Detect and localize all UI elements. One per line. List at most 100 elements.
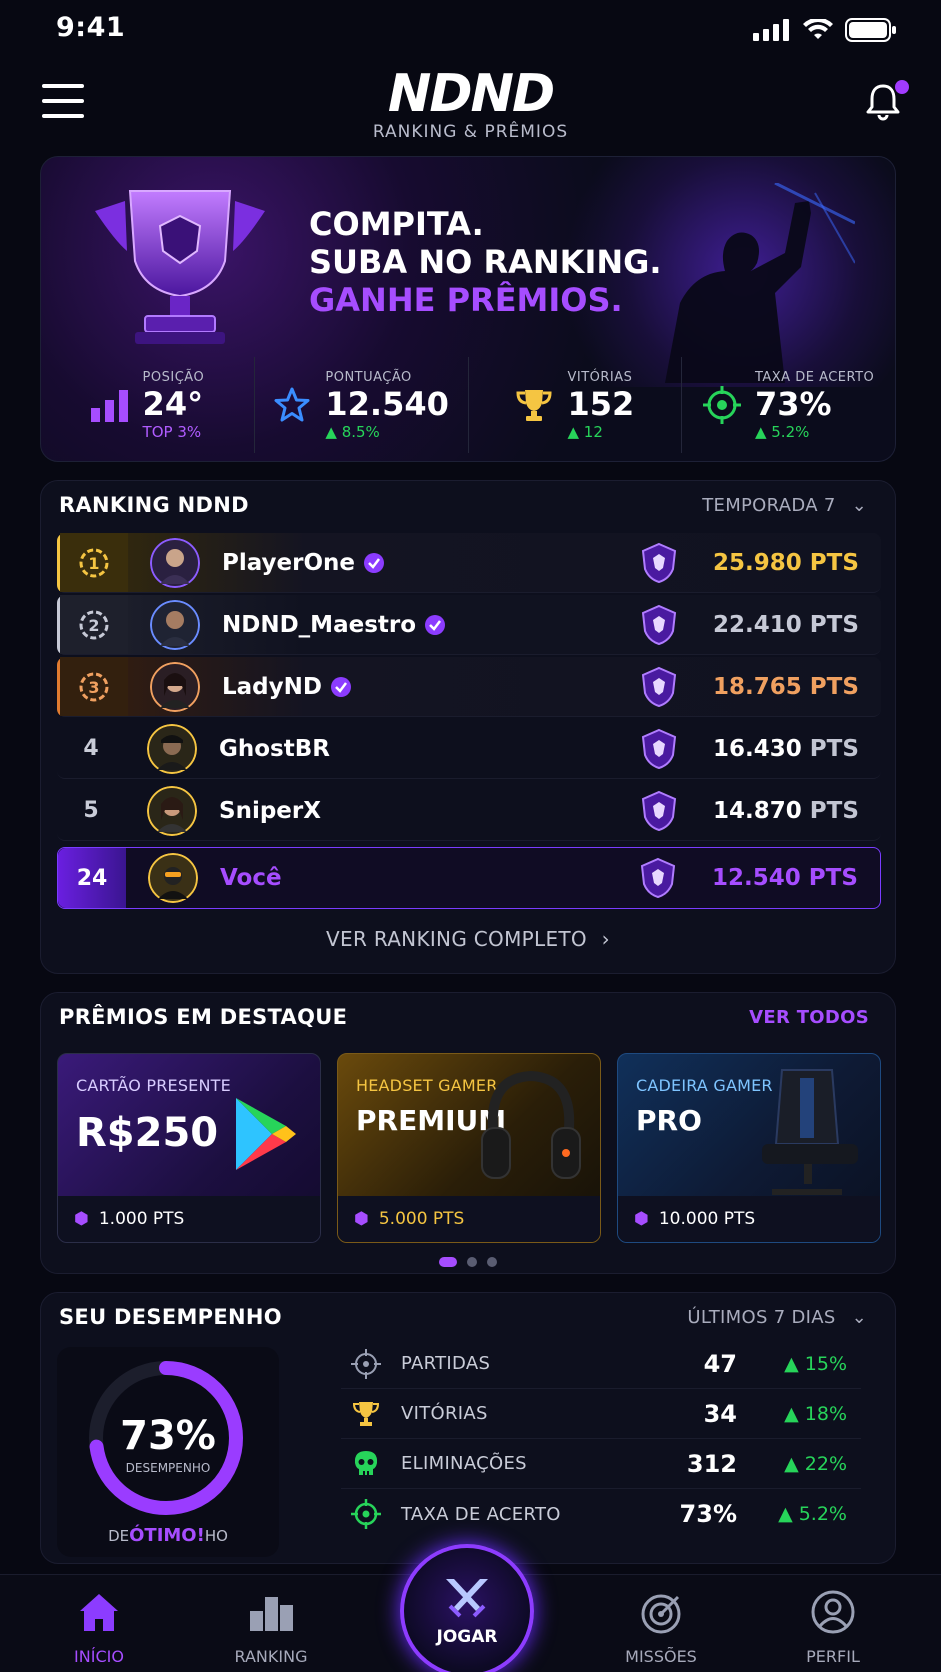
ranking-row[interactable]: 5 SniperX 14.870 PTS [57, 781, 881, 841]
prize-name: R$250 [76, 1110, 219, 1156]
nav-ranking[interactable]: RANKING [216, 1589, 326, 1666]
player-name: SniperX [219, 797, 321, 824]
avatar [150, 661, 200, 712]
ranking-row[interactable]: 2 NDND_Maestro 22.410 PTS [57, 595, 881, 655]
verified-icon [330, 676, 351, 697]
performance-donut: 73% DESEMPENHO DEÓTIMO!HO [57, 1347, 279, 1557]
rank-shield-icon [641, 790, 677, 831]
prize-card-giftcard[interactable]: CARTÃO PRESENTE R$250 ⬢ 1.000 PTS [57, 1053, 321, 1243]
nav-profile[interactable]: PERFIL [778, 1589, 888, 1666]
view-full-ranking-link[interactable]: VER RANKING COMPLETO › [41, 927, 895, 951]
performance-title: SEU DESEMPENHO [59, 1305, 282, 1329]
stat-value: 12.540 [325, 384, 449, 423]
ranking-card: RANKING NDND TEMPORADA 7 ⌄ 1 PlayerOne 2… [40, 480, 896, 974]
rank-position: 24 [58, 848, 126, 908]
trophy-icon [352, 1401, 380, 1426]
donut-caption: DEÓTIMO!HO [108, 1525, 228, 1546]
player-name: Você [220, 865, 282, 891]
player-points: 12.540 PTS [712, 865, 858, 891]
ranking-title: RANKING NDND [59, 493, 249, 517]
performance-card: SEU DESEMPENHO ÚLTIMOS 7 DIAS ⌄ 73% DESE… [40, 1292, 896, 1564]
nav-missions[interactable]: MISSÕES [606, 1589, 716, 1666]
status-icons [753, 18, 897, 42]
crossed-swords-icon [446, 1579, 488, 1618]
rank-shield-icon [641, 604, 677, 645]
logo-text: NDND [387, 64, 555, 124]
perf-delta: ▲ 5.2% [778, 1503, 847, 1525]
stat-wins: VITÓRIAS 152 ▲ 12 [469, 357, 683, 453]
signal-icon [753, 19, 789, 41]
rank-position: 5 [83, 798, 99, 823]
ranking-row-you[interactable]: 24 Você 12.540 PTS [57, 847, 881, 909]
stat-score: PONTUAÇÃO 12.540 ▲ 8.5% [255, 357, 469, 453]
perf-value: 312 [686, 1449, 737, 1478]
play-button[interactable]: JOGAR [400, 1544, 534, 1672]
stat-position: POSIÇÃO 24° TOP 3% [41, 357, 255, 453]
see-all-link[interactable]: VER TODOS [749, 1007, 869, 1028]
perf-label: VITÓRIAS [401, 1403, 488, 1424]
trophy-image [95, 190, 265, 344]
player-name: NDND_Maestro [222, 612, 637, 638]
profile-icon [811, 1590, 855, 1634]
perf-row-wins: VITÓRIAS 34 ▲ 18% [341, 1389, 861, 1439]
stat-sub: ▲ 12 [567, 422, 603, 441]
prize-points: 10.000 PTS [658, 1209, 756, 1229]
prizes-card: PRÊMIOS EM DESTAQUE VER TODOS CARTÃO PRE… [40, 992, 896, 1274]
gaming-chair-image [762, 1069, 858, 1195]
stat-label: VITÓRIAS [567, 369, 633, 385]
stat-accuracy: TAXA DE ACERTO 73% ▲ 5.2% [682, 357, 895, 453]
ranking-row[interactable]: 1 PlayerOne 25.980 PTS [57, 533, 881, 593]
ranking-row[interactable]: 4 GhostBR 16.430 PTS [57, 719, 881, 779]
avatar [150, 599, 200, 650]
nav-home[interactable]: INÍCIO [44, 1589, 154, 1666]
play-label: JOGAR [436, 1627, 498, 1647]
prize-points: 5.000 PTS [378, 1209, 465, 1229]
rank-medal-2: 2 [60, 595, 128, 654]
coin-icon: ⬢ [74, 1209, 89, 1229]
stat-label: PONTUAÇÃO [325, 369, 412, 385]
avatar [147, 723, 197, 774]
prize-points: 1.000 PTS [98, 1209, 185, 1229]
avatar [148, 853, 198, 903]
stat-label: POSIÇÃO [142, 369, 205, 385]
player-name: PlayerOne [222, 550, 637, 576]
notification-dot [895, 80, 909, 94]
donut-label: DESEMPENHO [125, 1461, 211, 1475]
wifi-icon [803, 19, 833, 39]
player-points: 22.410 PTS [713, 611, 859, 638]
avatar [150, 537, 200, 588]
stat-label: TAXA DE ACERTO [754, 369, 875, 385]
prize-footer: ⬢ 1.000 PTS [58, 1196, 320, 1242]
svg-text:2: 2 [88, 616, 99, 635]
play-store-icon [236, 1098, 296, 1170]
period-selector[interactable]: ÚLTIMOS 7 DIAS ⌄ [687, 1307, 867, 1328]
player-points: 18.765 PTS [713, 673, 859, 700]
prize-card-headset[interactable]: HEADSET GAMER PREMIUM ⬢ 5.000 PTS [337, 1053, 601, 1243]
perf-delta: ▲ 22% [784, 1452, 847, 1475]
perf-value: 47 [703, 1349, 737, 1378]
hero-banner: COMPITA. SUBA NO RANKING. GANHE PRÊMIOS.… [40, 156, 896, 462]
prize-card-chair[interactable]: CADEIRA GAMER PRO ⬢ 10.000 PTS [617, 1053, 881, 1243]
chevron-down-icon: ⌄ [851, 1307, 867, 1328]
ranking-row[interactable]: 3 LadyND 18.765 PTS [57, 657, 881, 717]
rank-shield-icon [641, 728, 677, 769]
stats-bar: POSIÇÃO 24° TOP 3% PONTUAÇÃO 12.540 ▲ 8.… [41, 357, 895, 453]
player-name: LadyND [222, 674, 637, 700]
carousel-dots[interactable] [41, 1257, 895, 1267]
perf-row-kills: ELIMINAÇÕES 312 ▲ 22% [341, 1439, 861, 1489]
rank-shield-icon [641, 666, 677, 707]
hero-line-2: SUBA NO RANKING. [309, 243, 662, 281]
perf-label: ELIMINAÇÕES [401, 1453, 527, 1474]
target-icon [641, 1594, 681, 1634]
prize-footer: ⬢ 5.000 PTS [338, 1196, 600, 1242]
perf-label: PARTIDAS [401, 1353, 491, 1374]
verified-icon [425, 614, 446, 635]
perf-row-matches: PARTIDAS 47 ▲ 15% [341, 1339, 861, 1389]
stat-value: 24° [142, 384, 204, 423]
home-icon [80, 1594, 118, 1631]
season-selector[interactable]: TEMPORADA 7 ⌄ [702, 495, 867, 516]
svg-text:1: 1 [88, 554, 99, 573]
stat-value: 73% [754, 384, 832, 423]
perf-value: 73% [679, 1500, 737, 1528]
prize-category: CARTÃO PRESENTE [76, 1076, 231, 1095]
